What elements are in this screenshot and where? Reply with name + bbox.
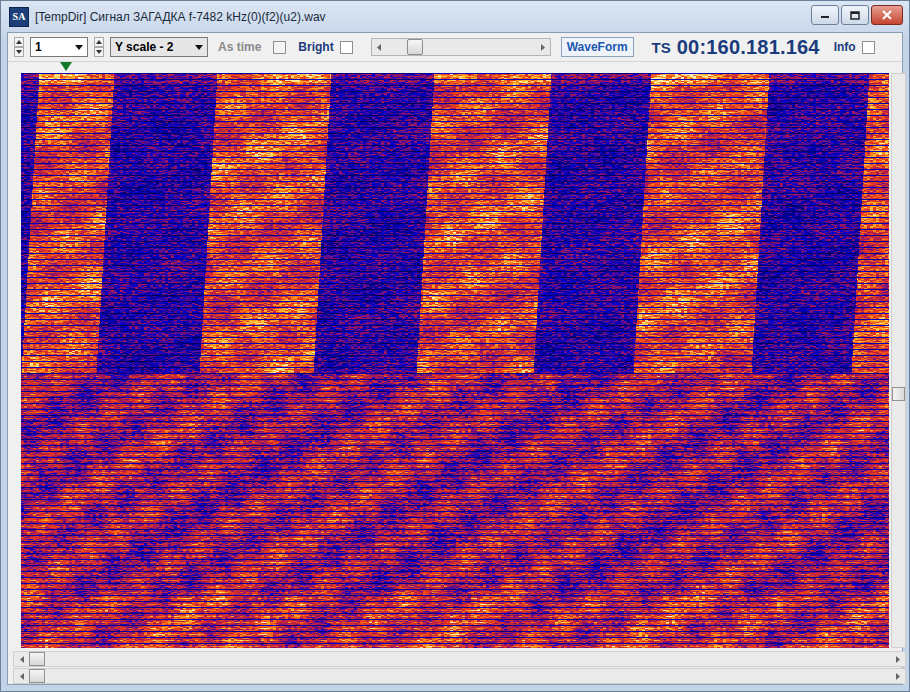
channel-select-value: 1 [35,40,71,54]
dropdown-arrow[interactable] [71,38,87,56]
down-arrow-icon [16,50,22,54]
horizontal-scrollbar[interactable] [13,668,906,684]
slider-track [386,39,536,55]
info-checkbox[interactable] [862,41,875,54]
vertical-scroll-thumb[interactable] [892,387,905,401]
position-slider[interactable] [371,38,551,56]
dropdown-arrow-icon [195,45,203,50]
channel-spinner[interactable] [14,37,24,57]
maximize-icon [850,11,860,20]
timestamp: 00:160.181.164 [677,36,820,59]
channel-select[interactable]: 1 [30,37,88,57]
position-marker[interactable] [60,62,72,71]
close-icon [882,10,892,20]
slider-left[interactable] [372,39,386,55]
as-time-label: As time [218,40,261,54]
horizontal-scroll-thumb[interactable] [29,652,45,666]
dropdown-arrow[interactable] [191,38,207,56]
dropdown-arrow-icon [75,45,83,50]
title-bar: SA [TempDir] Сигнал ЗАГАДКА f-7482 kHz(0)… [1,1,909,32]
window-title: [TempDir] Сигнал ЗАГАДКА f-7482 kHz(0)(f… [35,10,805,24]
spin-up[interactable] [94,37,104,47]
maximize-button[interactable] [841,5,869,25]
ts-label: TS [652,39,671,56]
spin-down[interactable] [94,47,104,57]
time-ruler [8,62,902,73]
left-arrow-icon [20,673,24,680]
bright-checkbox[interactable] [340,41,353,54]
y-scale-select[interactable]: Y scale - 2 [110,37,208,57]
waveform-button[interactable]: WaveForm [561,37,634,57]
window-buttons [811,5,903,25]
horizontal-scrollbar[interactable] [13,651,906,667]
right-arrow-icon [541,44,545,51]
info-label: Info [834,40,856,54]
slider-thumb[interactable] [407,39,423,55]
scroll-left[interactable] [14,669,29,683]
client-area: 1 Y scale - 2 As time Bright WaveForm TS 00:16… [7,32,903,685]
up-arrow-icon [96,40,102,44]
up-arrow-icon [16,40,22,44]
slider-right[interactable] [536,39,550,55]
close-button[interactable] [871,5,903,25]
spin-up[interactable] [14,37,24,47]
horizontal-scroll-thumb[interactable] [29,669,45,683]
spectrum-window: SA [TempDir] Сигнал ЗАГАДКА f-7482 kHz(0)… [0,0,910,692]
left-arrow-icon [377,44,381,51]
bright-label: Bright [298,40,333,54]
down-arrow-icon [96,50,102,54]
spectrogram [21,73,889,648]
as-time-checkbox[interactable] [273,41,286,54]
toolbar: 1 Y scale - 2 As time Bright WaveForm TS 00:16… [8,33,902,62]
right-arrow-icon [896,656,900,663]
minimize-icon [820,11,830,19]
scroll-right[interactable] [890,669,905,683]
app-icon: SA [9,7,29,27]
scroll-track [29,669,890,683]
scroll-right[interactable] [890,652,905,666]
channel-spinner-2[interactable] [94,37,104,57]
left-arrow-icon [20,656,24,663]
spectrogram-row [8,73,902,648]
y-scale-select-value: Y scale - 2 [115,40,191,54]
spin-down[interactable] [14,47,24,57]
vertical-scrollbar[interactable] [891,73,906,648]
minimize-button[interactable] [811,5,839,25]
scroll-track [29,652,890,666]
right-arrow-icon [896,673,900,680]
scroll-left[interactable] [14,652,29,666]
